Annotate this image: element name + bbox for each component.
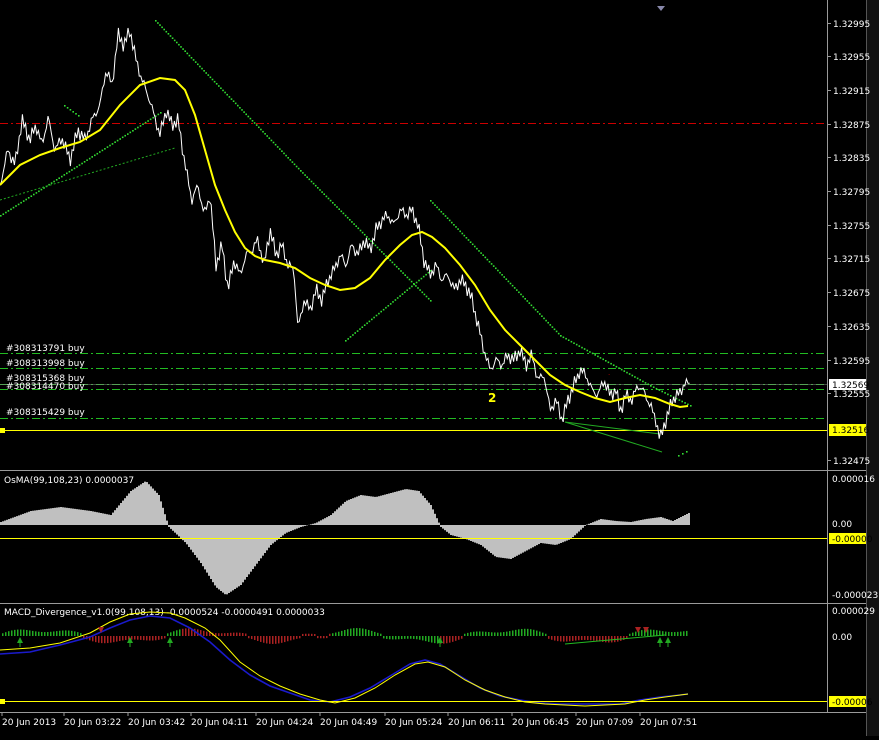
price-axis-label: 1.32635 <box>833 323 870 333</box>
time-axis-label: 20 Jun 04:24 <box>256 718 313 728</box>
time-axis-label: 20 Jun 06:45 <box>512 718 569 728</box>
time-axis-label: 20 Jun 03:22 <box>64 718 121 728</box>
price-axis-label: 1.32555 <box>833 390 870 400</box>
wave-label: 2 <box>488 391 496 405</box>
osma-scale-label: -0.000023 <box>832 591 878 601</box>
osma-value: -0.00000 <box>832 535 873 545</box>
time-axis-label: 20 Jun 05:24 <box>385 718 442 728</box>
order-label[interactable]: #308313791 buy <box>6 344 85 354</box>
macd-scale-label: 0.00 <box>832 633 852 643</box>
marked-line-handle[interactable] <box>0 428 5 433</box>
chart-terminal[interactable]: #308313791 buy #308313998 buy #308315368… <box>0 0 879 736</box>
price-axis-label: 1.32915 <box>833 87 870 97</box>
price-axis-label: 1.32875 <box>833 121 870 131</box>
price-axis-label: 1.32795 <box>833 188 870 198</box>
macd-level-handle[interactable] <box>0 699 5 704</box>
time-axis-label: 20 Jun 04:11 <box>191 718 248 728</box>
order-label[interactable]: #308314470 buy <box>6 382 85 392</box>
osma-scale-label: 0.000016 <box>832 475 875 485</box>
order-label[interactable]: #308313998 buy <box>6 359 85 369</box>
time-axis-label: 20 Jun 04:49 <box>320 718 377 728</box>
time-axis-label: 20 Jun 07:51 <box>640 718 697 728</box>
price-axis-label: 1.32475 <box>833 457 870 467</box>
osma-scale-label: 0.00 <box>832 520 852 530</box>
macd-value: -0.00006 <box>832 698 873 708</box>
price-axis-label: 1.32595 <box>833 357 870 367</box>
price-axis-label: 1.32755 <box>833 222 870 232</box>
right-scrollbar-area[interactable] <box>866 0 879 736</box>
time-axis-label: 20 Jun 03:42 <box>128 718 185 728</box>
time-axis-label: 20 Jun 07:09 <box>576 718 633 728</box>
osma-title: OsMA(99,108,23) 0.0000037 <box>4 476 134 486</box>
current-price-value: 1.32569 <box>832 381 869 391</box>
price-axis-label: 1.32955 <box>833 53 870 63</box>
order-label[interactable]: #308315429 buy <box>6 408 85 418</box>
price-axis-label: 1.32995 <box>833 20 870 30</box>
price-axis-label: 1.32835 <box>833 154 870 164</box>
marked-price-value: 1.32516 <box>832 426 869 436</box>
price-axis-label: 1.32715 <box>833 255 870 265</box>
time-axis-label: 20 Jun 2013 <box>2 718 56 728</box>
price-chart-canvas[interactable]: #308313791 buy #308313998 buy #308315368… <box>0 0 879 736</box>
time-axis-label: 20 Jun 06:11 <box>448 718 505 728</box>
red-dot-marker: · <box>608 371 610 379</box>
macd-scale-label: 0.000029 <box>832 607 875 617</box>
price-axis-label: 1.32675 <box>833 289 870 299</box>
